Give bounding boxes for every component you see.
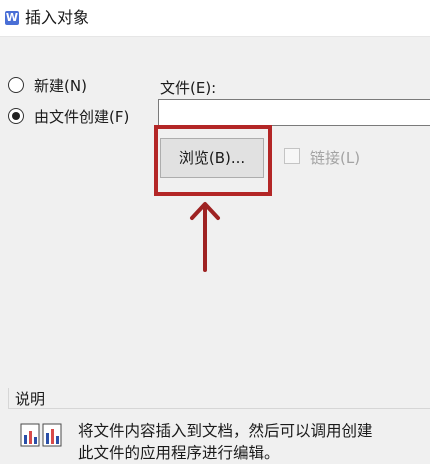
- group-divider-left: [8, 388, 9, 409]
- file-path-input[interactable]: [158, 99, 430, 126]
- radio-new[interactable]: [8, 77, 24, 93]
- dialog-title: 插入对象: [25, 8, 90, 27]
- title-bar: W 插入对象: [0, 0, 430, 37]
- file-label: 文件(E):: [160, 79, 217, 97]
- description-group-label: 说明: [15, 390, 46, 408]
- wps-app-icon: W: [5, 11, 19, 25]
- link-label: 链接(L): [310, 149, 361, 167]
- radio-new-option[interactable]: 新建(N): [8, 74, 87, 96]
- radio-from-file-option[interactable]: 由文件创建(F): [8, 105, 129, 127]
- document-object-icon: [20, 423, 62, 447]
- radio-new-label: 新建(N): [34, 76, 87, 95]
- radio-from-file-label: 由文件创建(F): [34, 107, 130, 126]
- description-line-1: 将文件内容插入到文档，然后可以调用创建: [78, 422, 373, 440]
- arrow-up-icon: [190, 202, 220, 272]
- description-text: 将文件内容插入到文档，然后可以调用创建 此文件的应用程序进行编辑。: [78, 420, 430, 464]
- link-checkbox[interactable]: [284, 148, 300, 164]
- highlight-box: [154, 125, 272, 196]
- group-divider: [8, 408, 430, 409]
- radio-from-file[interactable]: [8, 108, 24, 124]
